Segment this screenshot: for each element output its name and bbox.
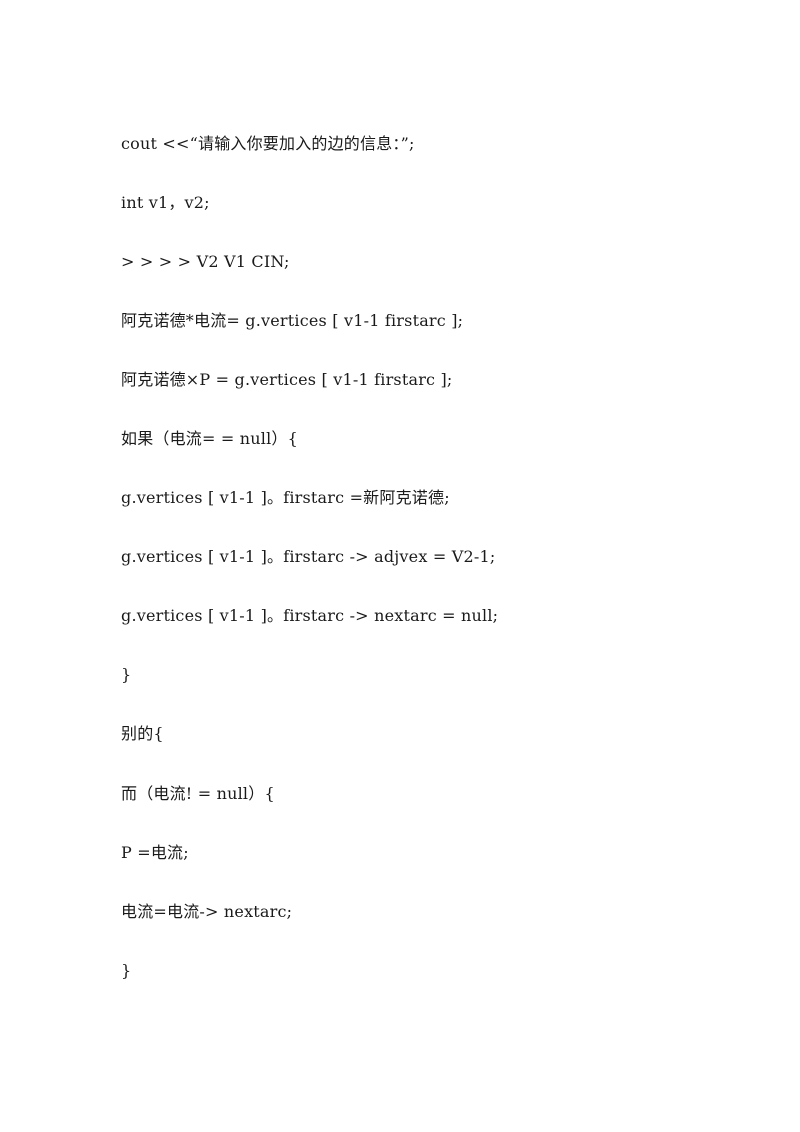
code-line: } xyxy=(121,665,132,684)
code-line: g.vertices [ v1-1 ]。firstarc -> adjvex =… xyxy=(121,547,496,566)
code-line: 阿克诺德*电流= g.vertices [ v1-1 firstarc ]; xyxy=(121,311,464,330)
code-line: 如果（电流= = null）{ xyxy=(121,429,299,448)
code-line: 而（电流! = null）{ xyxy=(121,784,275,803)
code-line: g.vertices [ v1-1 ]。firstarc =新阿克诺德; xyxy=(121,488,450,507)
code-line: 别的{ xyxy=(121,724,164,743)
code-line: g.vertices [ v1-1 ]。firstarc -> nextarc … xyxy=(121,606,499,625)
code-line: int v1，v2; xyxy=(121,193,210,212)
code-line: 阿克诺德×P = g.vertices [ v1-1 firstarc ]; xyxy=(121,370,453,389)
code-line: cout <<“请输入你要加入的边的信息：”; xyxy=(121,134,415,153)
document-page: cout <<“请输入你要加入的边的信息：”; int v1，v2; > > >… xyxy=(0,0,800,1132)
code-line: } xyxy=(121,961,132,980)
code-line: P =电流; xyxy=(121,843,189,862)
code-line: > > > > V2 V1 CIN; xyxy=(121,252,290,271)
code-line: 电流=电流-> nextarc; xyxy=(121,902,293,921)
